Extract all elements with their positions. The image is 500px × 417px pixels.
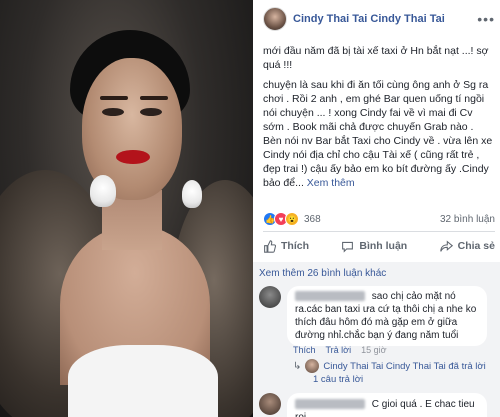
left-eye: [102, 108, 124, 116]
red-lips: [116, 150, 150, 164]
reply-count-text: 1 câu trả lời: [313, 374, 364, 385]
thumbs-up-icon: [264, 239, 276, 253]
commenter-name-blurred[interactable]: [295, 291, 365, 302]
commenter-avatar[interactable]: [259, 286, 281, 308]
reply-count[interactable]: 1 câu trả lời: [313, 374, 363, 385]
left-brow: [100, 96, 128, 100]
white-top: [68, 345, 218, 417]
post-paragraph-1: mới đầu năm đã bị tài xế taxi ở Hn bắt n…: [263, 45, 489, 71]
post-body: mới đầu năm đã bị tài xế taxi ở Hn bắt n…: [263, 44, 495, 196]
comment-bubble: C gioi quá . E chac tieu roi: [287, 393, 487, 417]
comments-section: Xem thêm 26 bình luận khác sao chị cảo m…: [253, 262, 500, 417]
like-button[interactable]: Thích: [263, 239, 309, 253]
share-icon: [439, 239, 453, 252]
comment-like-link[interactable]: Thích: [293, 345, 316, 355]
right-earring: [182, 180, 202, 208]
wow-reaction-icon[interactable]: 😮: [285, 212, 299, 226]
left-earring: [90, 175, 116, 207]
view-more-comments-link[interactable]: Xem thêm 26 bình luận khác: [259, 268, 386, 279]
share-label: Chia sẻ: [457, 240, 495, 252]
author-avatar[interactable]: [263, 7, 287, 31]
comment-label: Bình luận: [359, 240, 408, 252]
see-more-link[interactable]: Xem thêm: [307, 177, 355, 189]
reply-author-avatar: [305, 359, 320, 373]
reaction-count[interactable]: 368: [304, 214, 321, 225]
comment-bubble: sao chị cảo mặt nó ra.các ban taxi ưa cứ…: [287, 286, 487, 346]
divider-top: [263, 231, 495, 232]
share-button[interactable]: Chia sẻ: [439, 239, 495, 253]
comment-time: 15 giờ: [361, 345, 387, 355]
post-photo[interactable]: [0, 0, 253, 417]
comment-meta: Thích Trả lời 15 giờ: [293, 345, 387, 355]
post-actions: Thích Bình luận Chia sẻ: [263, 235, 495, 257]
comment-item: C gioi quá . E chac tieu roi: [259, 393, 487, 417]
post-paragraph-2: chuyện là sau khi đi ăn tối cùng ông anh…: [263, 78, 495, 190]
commenter-avatar[interactable]: [259, 393, 281, 415]
right-eye: [140, 108, 162, 116]
comment-reply-link[interactable]: Trả lời: [326, 345, 352, 355]
reply-summary[interactable]: ↳ Cindy Thai Tai Cindy Thai Tai đã trả l…: [293, 359, 486, 373]
commenter-name-blurred[interactable]: [295, 399, 365, 410]
author-name[interactable]: Cindy Thai Tai Cindy Thai Tai: [293, 13, 445, 25]
reactions-bar: 👍 ♥ 😮 368 32 bình luận: [263, 210, 495, 228]
comment-item: sao chị cảo mặt nó ra.các ban taxi ưa cứ…: [259, 286, 487, 346]
like-label: Thích: [281, 240, 309, 252]
more-options-icon[interactable]: •••: [477, 11, 495, 27]
comment-count[interactable]: 32 bình luận: [440, 214, 495, 225]
reply-author-text: Cindy Thai Tai Cindy Thai Tai đã trả lời: [323, 360, 486, 372]
post-header: Cindy Thai Tai Cindy Thai Tai •••: [263, 6, 495, 32]
comment-icon: [342, 241, 354, 253]
comment-button[interactable]: Bình luận: [341, 240, 407, 253]
right-brow: [140, 96, 168, 100]
post-paragraph-2-text: chuyện là sau khi đi ăn tối cùng ông anh…: [263, 79, 493, 189]
reply-arrow-icon: ↳: [293, 360, 302, 372]
